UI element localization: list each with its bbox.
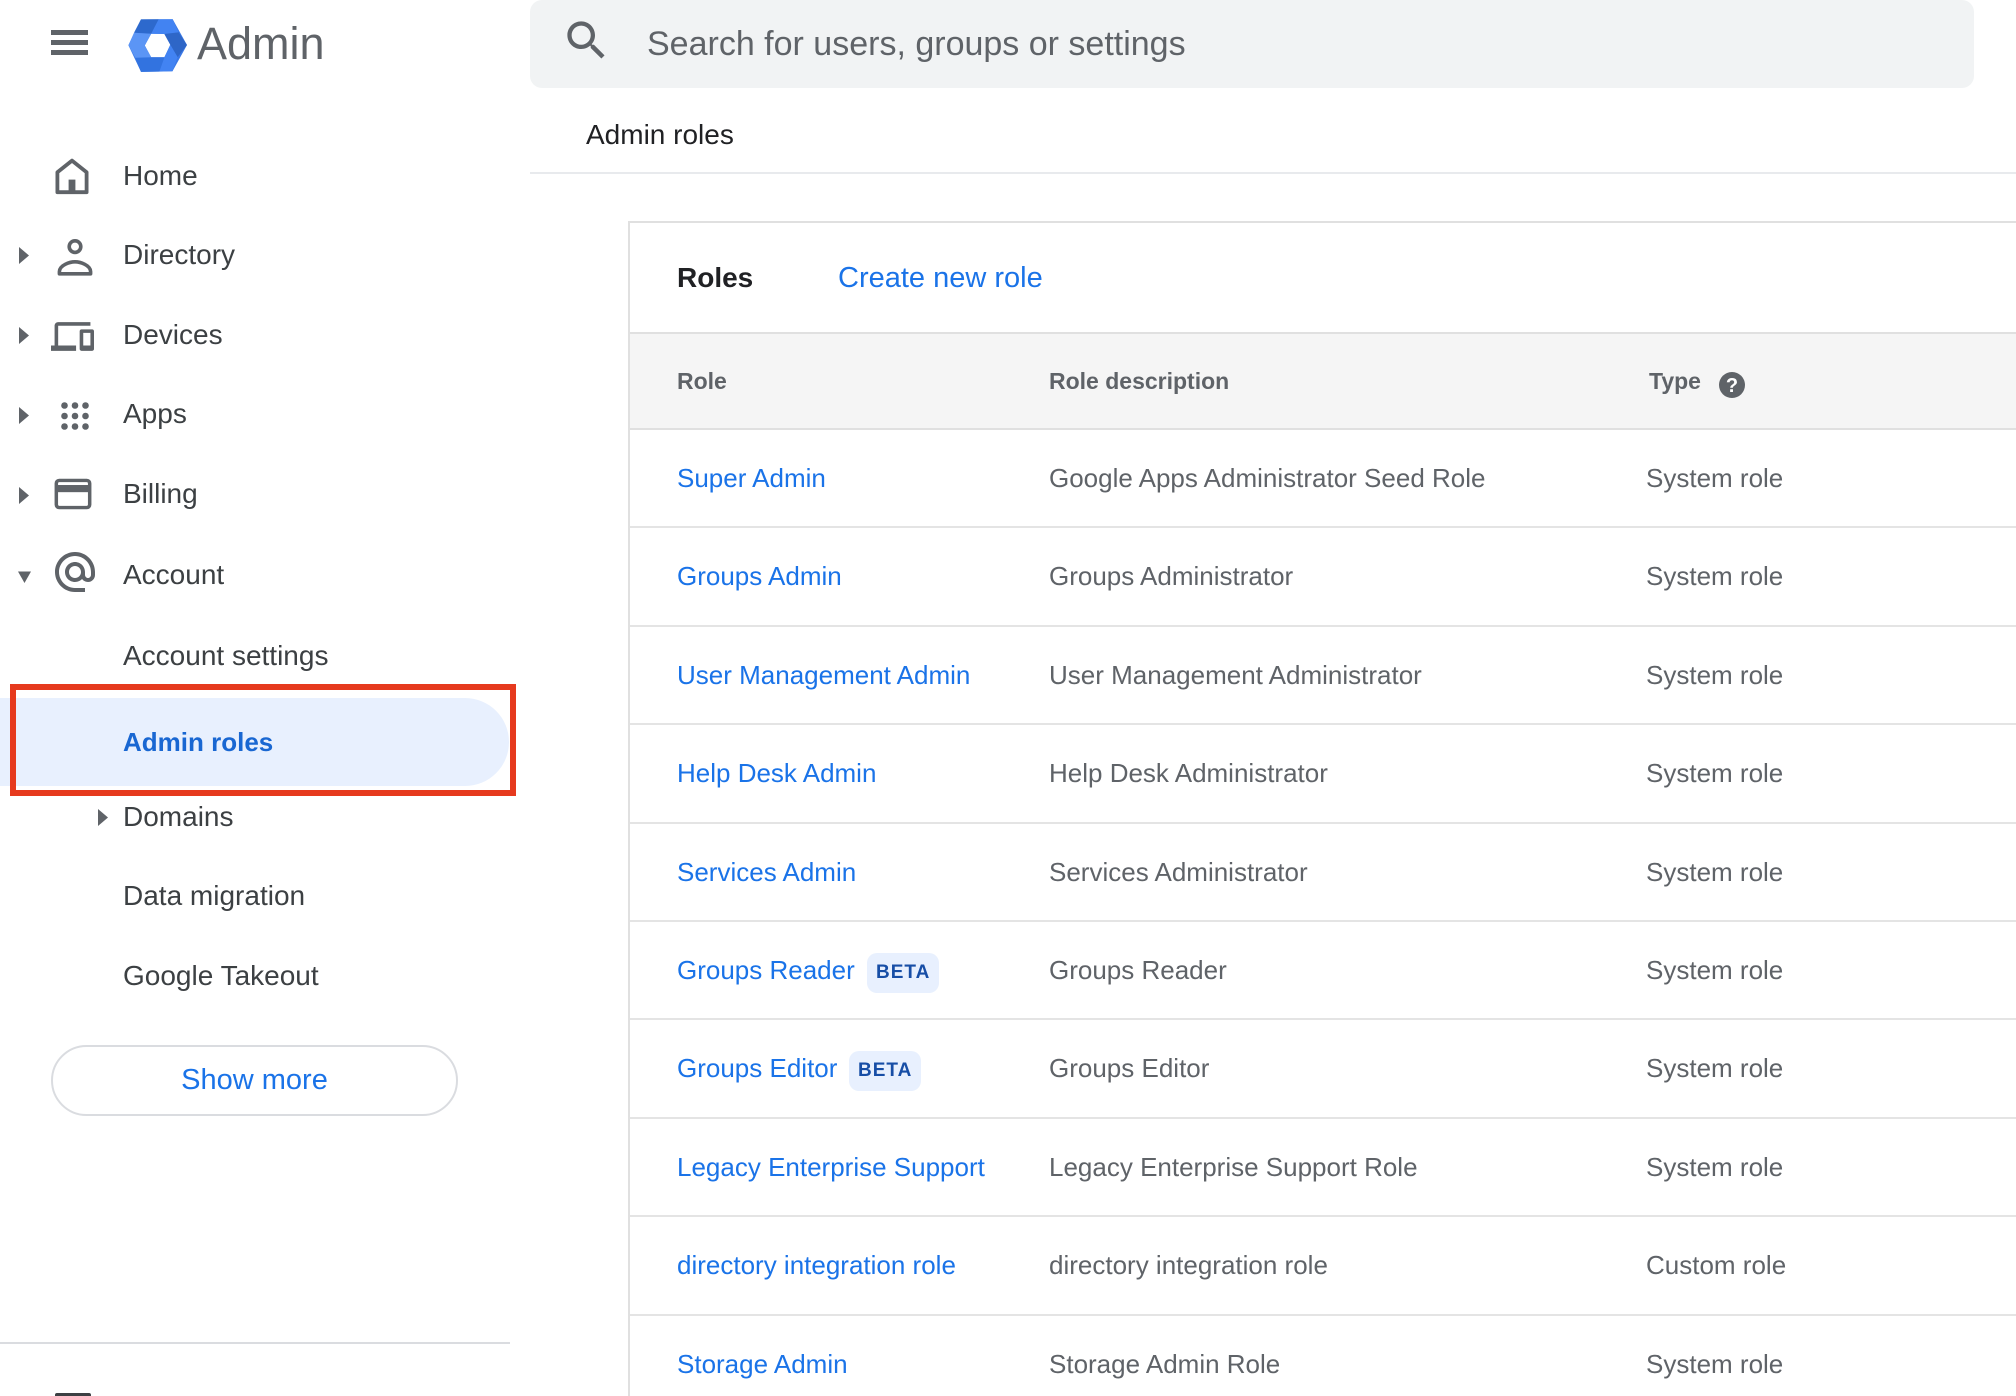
svg-text:?: ? [1726, 375, 1738, 397]
